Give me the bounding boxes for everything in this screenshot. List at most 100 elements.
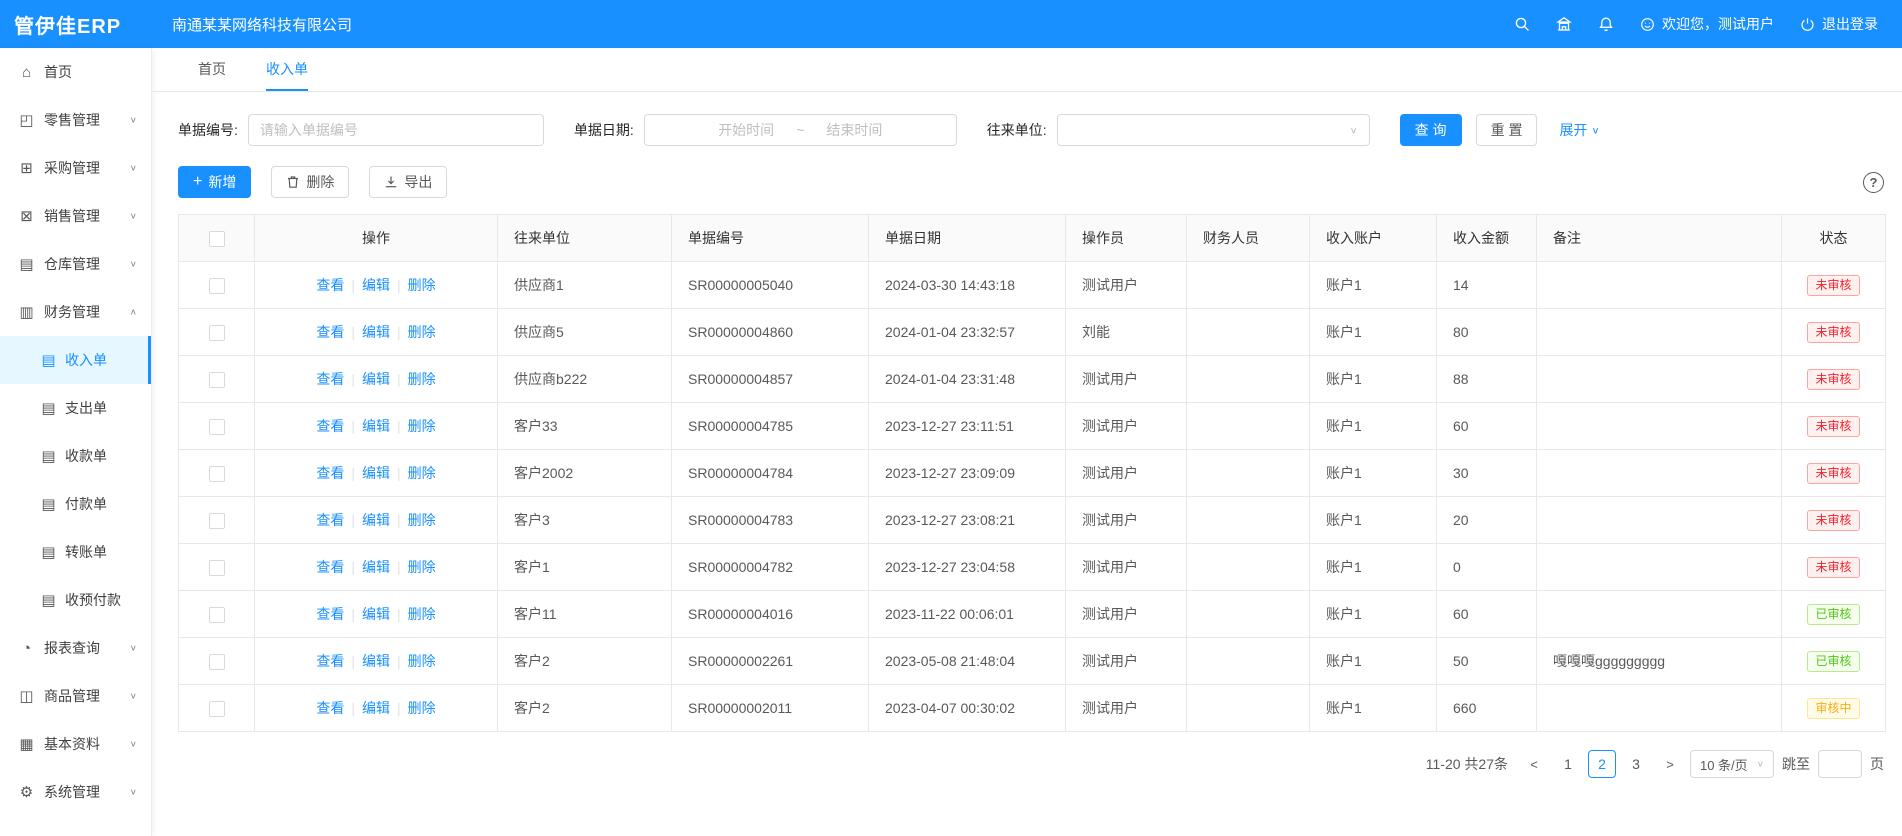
edit-link[interactable]: 编辑: [362, 700, 390, 716]
bill-no-cell: SR00000004785: [672, 403, 869, 450]
sidebar-item-payment-bill[interactable]: ▤ 付款单: [0, 480, 151, 528]
edit-link[interactable]: 编辑: [362, 418, 390, 434]
row-checkbox[interactable]: [209, 372, 225, 388]
row-checkbox[interactable]: [209, 560, 225, 576]
reset-button[interactable]: 重 置: [1476, 114, 1538, 146]
basic-data-icon: ▦: [18, 735, 35, 753]
page-number-button[interactable]: 2: [1588, 750, 1616, 778]
pagination-total: 11-20 共27条: [1426, 754, 1508, 774]
delete-link[interactable]: 删除: [408, 653, 436, 669]
date-range-input[interactable]: 开始时间 ~ 结束时间: [644, 114, 957, 146]
delete-link[interactable]: 删除: [408, 559, 436, 575]
row-checkbox[interactable]: [209, 278, 225, 294]
view-link[interactable]: 查看: [316, 512, 344, 528]
edit-link[interactable]: 编辑: [362, 324, 390, 340]
expand-link[interactable]: 展开 ∨: [1559, 120, 1599, 140]
delete-link[interactable]: 删除: [408, 418, 436, 434]
partner-select[interactable]: ∨: [1057, 114, 1370, 146]
sidebar-item-goods[interactable]: ◫ 商品管理 ∨: [0, 672, 151, 720]
search-button[interactable]: 查 询: [1400, 114, 1462, 146]
add-button[interactable]: + 新增: [178, 166, 251, 198]
welcome-user[interactable]: 欢迎您，测试用户: [1640, 14, 1774, 34]
delete-button[interactable]: 删除: [271, 166, 349, 198]
view-link[interactable]: 查看: [316, 277, 344, 293]
sidebar-item-purchase[interactable]: ⊞ 采购管理 ∨: [0, 144, 151, 192]
col-actions: 操作: [255, 215, 498, 262]
date-end-placeholder: 结束时间: [826, 120, 882, 140]
doc-icon: ▤: [40, 543, 57, 561]
bill-date-cell: 2023-04-07 00:30:02: [869, 685, 1066, 732]
sidebar-item-advance-bill[interactable]: ▤ 收预付款: [0, 576, 151, 624]
sidebar-item-income-bill[interactable]: ▤ 收入单: [0, 336, 151, 384]
view-link[interactable]: 查看: [316, 559, 344, 575]
edit-link[interactable]: 编辑: [362, 606, 390, 622]
chevron-down-icon: ∨: [130, 691, 137, 700]
next-page-button[interactable]: >: [1658, 750, 1682, 778]
delete-link[interactable]: 删除: [408, 465, 436, 481]
edit-link[interactable]: 编辑: [362, 512, 390, 528]
bill-no-input[interactable]: [248, 114, 544, 146]
delete-link[interactable]: 删除: [408, 700, 436, 716]
finance-person-cell: [1187, 403, 1310, 450]
income-amount-cell: 80: [1437, 309, 1537, 356]
sidebar-item-report[interactable]: ◔ 报表查询 ∨: [0, 624, 151, 672]
delete-link[interactable]: 删除: [408, 324, 436, 340]
search-icon[interactable]: [1514, 16, 1530, 32]
tab-income-bill[interactable]: 收入单: [266, 48, 308, 91]
view-link[interactable]: 查看: [316, 418, 344, 434]
sidebar-item-transfer-bill[interactable]: ▤ 转账单: [0, 528, 151, 576]
edit-link[interactable]: 编辑: [362, 653, 390, 669]
jump-page-input[interactable]: [1818, 750, 1862, 778]
page-size-select[interactable]: 10 条/页 ∨: [1690, 750, 1774, 778]
bell-icon[interactable]: [1598, 16, 1614, 32]
prev-page-button[interactable]: <: [1522, 750, 1546, 778]
edit-link[interactable]: 编辑: [362, 465, 390, 481]
view-link[interactable]: 查看: [316, 465, 344, 481]
sidebar-item-basic-data[interactable]: ▦ 基本资料 ∨: [0, 720, 151, 768]
tab-home[interactable]: 首页: [198, 48, 226, 91]
org-icon[interactable]: [1556, 16, 1572, 32]
row-checkbox[interactable]: [209, 466, 225, 482]
view-link[interactable]: 查看: [316, 700, 344, 716]
view-link[interactable]: 查看: [316, 324, 344, 340]
sidebar-item-warehouse[interactable]: ▤ 仓库管理 ∨: [0, 240, 151, 288]
row-checkbox[interactable]: [209, 513, 225, 529]
edit-link[interactable]: 编辑: [362, 559, 390, 575]
bill-no-cell: SR00000004860: [672, 309, 869, 356]
sidebar-item-system[interactable]: ⚙ 系统管理 ∨: [0, 768, 151, 816]
row-checkbox[interactable]: [209, 607, 225, 623]
sidebar-item-finance[interactable]: ▥ 财务管理 ∧: [0, 288, 151, 336]
sidebar-item-home[interactable]: ⌂ 首页: [0, 48, 151, 96]
select-all-checkbox[interactable]: [209, 231, 225, 247]
row-checkbox[interactable]: [209, 419, 225, 435]
page-number-button[interactable]: 3: [1622, 750, 1650, 778]
delete-link[interactable]: 删除: [408, 606, 436, 622]
sidebar-item-receipt-bill[interactable]: ▤ 收款单: [0, 432, 151, 480]
edit-link[interactable]: 编辑: [362, 277, 390, 293]
view-link[interactable]: 查看: [316, 653, 344, 669]
help-icon[interactable]: ?: [1863, 172, 1884, 193]
delete-link[interactable]: 删除: [408, 277, 436, 293]
bill-no-cell: SR00000005040: [672, 262, 869, 309]
actions-cell: 查看|编辑|删除: [255, 638, 498, 685]
sidebar-item-sales[interactable]: ⊠ 销售管理 ∨: [0, 192, 151, 240]
delete-link[interactable]: 删除: [408, 371, 436, 387]
row-checkbox[interactable]: [209, 654, 225, 670]
remark-cell: [1537, 544, 1782, 591]
col-finance-person: 财务人员: [1187, 215, 1310, 262]
status-cell: 未审核: [1782, 309, 1886, 356]
remark-cell: [1537, 450, 1782, 497]
sidebar-item-expense-bill[interactable]: ▤ 支出单: [0, 384, 151, 432]
sidebar-item-retail[interactable]: ◰ 零售管理 ∨: [0, 96, 151, 144]
logout-button[interactable]: 退出登录: [1800, 14, 1878, 34]
view-link[interactable]: 查看: [316, 606, 344, 622]
edit-link[interactable]: 编辑: [362, 371, 390, 387]
table-body: 查看|编辑|删除 供应商1 SR00000005040 2024-03-30 1…: [179, 262, 1886, 732]
doc-icon: ▤: [40, 591, 57, 609]
export-button[interactable]: 导出: [369, 166, 447, 198]
row-checkbox[interactable]: [209, 701, 225, 717]
view-link[interactable]: 查看: [316, 371, 344, 387]
row-checkbox[interactable]: [209, 325, 225, 341]
delete-link[interactable]: 删除: [408, 512, 436, 528]
page-number-button[interactable]: 1: [1554, 750, 1582, 778]
